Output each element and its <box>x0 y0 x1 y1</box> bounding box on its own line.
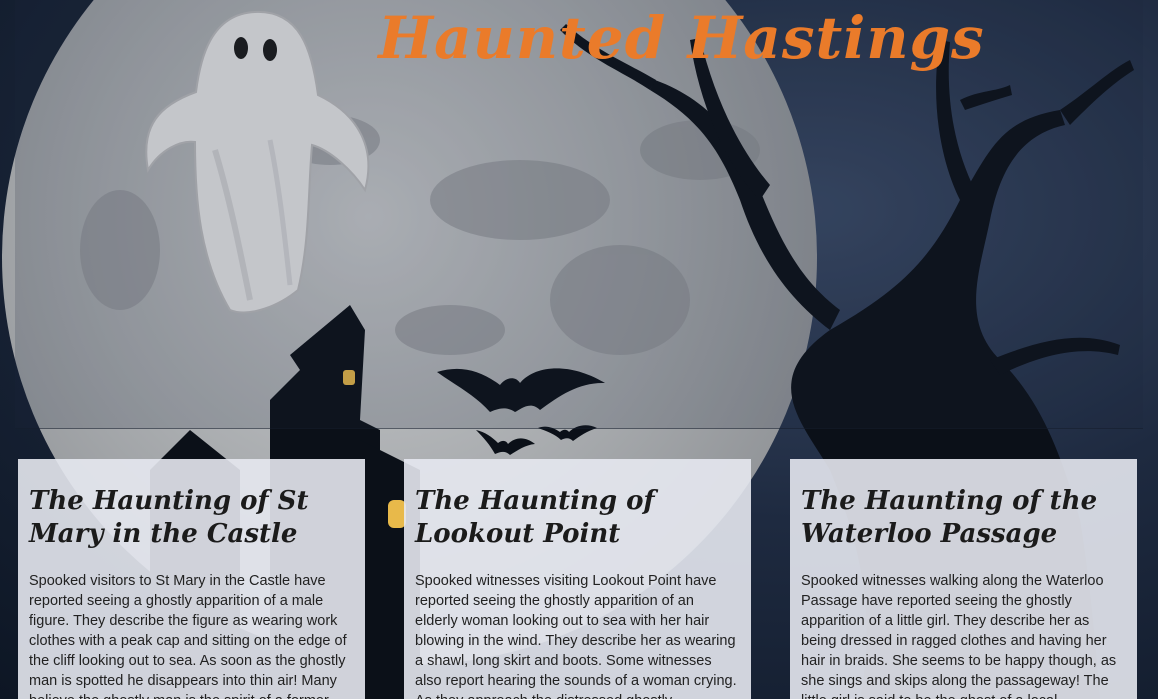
card-body: Spooked witnesses visiting Lookout Point… <box>415 573 737 699</box>
card-body: Spooked visitors to St Mary in the Castl… <box>29 573 347 699</box>
story-card-st-mary: The Haunting of St Mary in the Castle Sp… <box>18 459 365 699</box>
page-title: Haunted Hastings <box>378 4 985 72</box>
story-card-waterloo-passage: The Haunting of the Waterloo Passage Spo… <box>790 459 1137 699</box>
story-card-lookout-point: The Haunting of Lookout Point Spooked wi… <box>404 459 751 699</box>
card-title: The Haunting of St Mary in the Castle <box>29 486 309 549</box>
card-title: The Haunting of Lookout Point <box>415 486 655 549</box>
card-body: Spooked witnesses walking along the Wate… <box>801 573 1117 699</box>
card-title: The Haunting of the Waterloo Passage <box>801 486 1098 549</box>
page-background: Haunted Hastings The Haunting of St Mary… <box>0 0 1158 699</box>
